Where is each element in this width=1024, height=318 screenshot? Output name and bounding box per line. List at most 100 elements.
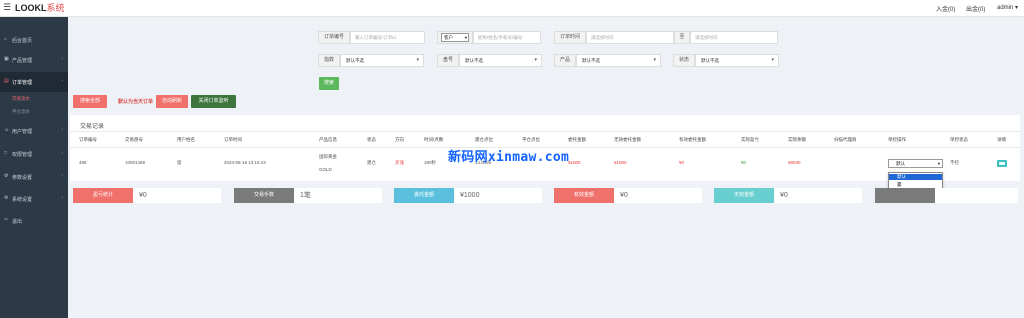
chevron-down-icon: › <box>61 78 63 84</box>
summary-label-invalid: 无效金额 <box>714 188 774 203</box>
col-header: 用户姓名 <box>177 137 195 142</box>
sidebar-item-orders[interactable]: ▤ 订单管理 › <box>0 72 68 92</box>
col-header: 方向 <box>395 137 404 142</box>
box-icon: ▣ <box>4 56 9 62</box>
chevron-down-icon: ▾ <box>937 161 940 166</box>
cell-time: 2024-08-18 13:15:23 <box>224 160 266 165</box>
col-header: 建仓点位 <box>475 137 493 142</box>
cell-user-name: 窗 <box>177 160 182 165</box>
close-monitor-button[interactable]: 关闭订单监听 <box>191 95 236 108</box>
menu-icon[interactable]: ☰ <box>3 3 11 12</box>
lock-icon: □ <box>4 150 8 156</box>
chevron-right-icon: › <box>61 127 63 133</box>
sidebar-item-permissions[interactable]: □ 权限管理 › <box>0 144 68 164</box>
index-label: 指数 <box>318 54 340 67</box>
order-icon: ▤ <box>4 78 9 84</box>
app-brand: LOOKL系统 <box>15 3 65 13</box>
cell-direction: 买涨 <box>395 160 404 165</box>
cell-invalid-amount: ¥1000 <box>614 160 627 165</box>
index-select[interactable]: 默认不选 ▾ <box>340 54 424 67</box>
col-header: 扫描代理商 <box>834 137 857 142</box>
default-today-tip: 默认为当天订单 <box>118 99 154 105</box>
chevron-right-icon: › <box>61 150 63 156</box>
sidebar-item-system[interactable]: ⚙ 系统设置 › <box>0 189 68 209</box>
auto-refresh-button[interactable]: 自动刷新 <box>156 95 188 108</box>
sidebar-item-params[interactable]: ⚙ 参数设置 › <box>0 167 68 187</box>
control-select[interactable]: 默认 ▾ <box>888 159 943 168</box>
search-button[interactable]: 搜索 <box>319 77 339 90</box>
chevron-down-icon: ▾ <box>534 57 537 63</box>
sidebar-subitem-trade-flow[interactable]: 交易流水 <box>12 96 30 102</box>
summary-value-invalid: ¥0 <box>774 188 862 203</box>
cell-valid-amount: ¥0 <box>679 160 685 165</box>
chevron-right-icon: › <box>61 195 63 201</box>
chevron-down-icon: ▾ <box>464 35 467 40</box>
chevron-right-icon: › <box>61 173 63 179</box>
product-select[interactable]: 默认不选 ▾ <box>576 54 661 67</box>
col-header: 交易盘号 <box>125 137 143 142</box>
dropdown-option-default[interactable]: 默认 <box>889 174 942 180</box>
sidebar-item-products[interactable]: ▣ 产品管理 › <box>0 50 68 70</box>
summary-value-valid: ¥0 <box>614 188 702 203</box>
cell-balance: ¥8040 <box>788 160 801 165</box>
summary-value-lots: 1笔 <box>294 188 382 203</box>
chevron-down-icon: ▾ <box>416 57 419 63</box>
product-label: 产品 <box>554 54 576 67</box>
col-header: 实际余额 <box>788 137 806 142</box>
cell-control-status: 不控 <box>950 160 959 165</box>
client-select[interactable]: 客户 ▾ <box>441 33 469 42</box>
cell-order-id: 488 <box>79 160 87 165</box>
col-header: 单控操作 <box>888 137 906 142</box>
deposit-link[interactable]: 入金(0) <box>936 4 955 13</box>
cell-pnl: ¥0 <box>741 160 747 165</box>
user-icon: ☺ <box>4 127 10 133</box>
logout-icon: ⇨ <box>4 217 9 223</box>
home-icon: ⌂ <box>4 36 8 42</box>
detail-button[interactable] <box>997 160 1007 167</box>
order-time-start-input[interactable]: 請选择时间 <box>586 31 674 44</box>
edit-icon <box>999 162 1005 165</box>
col-header: 单控状态 <box>950 137 968 142</box>
status-select[interactable]: 默认不选 ▾ <box>695 54 779 67</box>
order-time-end-input[interactable]: 请选择时间 <box>690 31 778 44</box>
top-bar: ☰ LOOKL系统 入金(0) 出金(0) admin ▾ <box>0 0 1024 17</box>
sidebar-item-logout[interactable]: ⇨ 退出 <box>0 211 68 231</box>
col-header: 无效委托金额 <box>614 137 641 142</box>
sidebar: ⌂ 后台首页 ▣ 产品管理 › ▤ 订单管理 › 交易流水 平仓流水 ☺ 用户管… <box>0 17 68 318</box>
summary-value-pnl: ¥0 <box>133 188 221 203</box>
search-all-button[interactable]: 搜索全部 <box>73 95 107 108</box>
summary-label-pnl: 盈亏统计 <box>73 188 133 203</box>
panel-title: 交易记录 <box>80 124 105 130</box>
order-no-input[interactable]: 输入订单编号/订单id <box>350 31 425 44</box>
client-search-input[interactable]: 昵称/姓名/手机号/编号 <box>473 31 541 44</box>
col-header: 平仓点位 <box>522 137 540 142</box>
sidebar-item-home[interactable]: ⌂ 后台首页 <box>0 30 68 50</box>
divider <box>70 131 1020 132</box>
summary-label-valid: 有效金额 <box>554 188 614 203</box>
pan-select[interactable]: 默认不选 ▾ <box>459 54 542 67</box>
summary-label-lots: 交易手数 <box>234 188 294 203</box>
col-header: 时间/点数 <box>424 137 444 142</box>
summary-value-extra <box>935 188 1018 203</box>
chevron-down-icon: ▾ <box>653 57 656 63</box>
status-label: 状态 <box>673 54 695 67</box>
user-menu[interactable]: admin ▾ <box>997 4 1018 11</box>
cell-duration: 180秒 <box>424 160 437 165</box>
cell-amount: ¥1000 <box>568 160 581 165</box>
to-label: 至 <box>674 31 690 44</box>
chevron-down-icon: ▾ <box>1015 5 1019 11</box>
chevron-right-icon: › <box>61 56 63 62</box>
summary-value-amount: ¥1000 <box>454 188 542 203</box>
sidebar-item-users[interactable]: ☺ 用户管理 › <box>0 121 68 141</box>
order-no-label: 订单编号 <box>318 31 350 44</box>
withdraw-link[interactable]: 出金(0) <box>966 4 985 13</box>
col-header: 委托金额 <box>568 137 586 142</box>
watermark-text: 新码网xinmaw.com <box>448 150 570 165</box>
cell-pan-no: 10001469 <box>125 160 146 165</box>
col-header: 实际盈亏 <box>741 137 759 142</box>
summary-label-amount: 委托金额 <box>394 188 454 203</box>
sidebar-subitem-close-flow[interactable]: 平仓流水 <box>12 109 30 115</box>
col-header: 订单时间 <box>224 137 242 142</box>
chevron-down-icon: ▾ <box>771 57 774 63</box>
pan-label: 盘号 <box>437 54 459 67</box>
